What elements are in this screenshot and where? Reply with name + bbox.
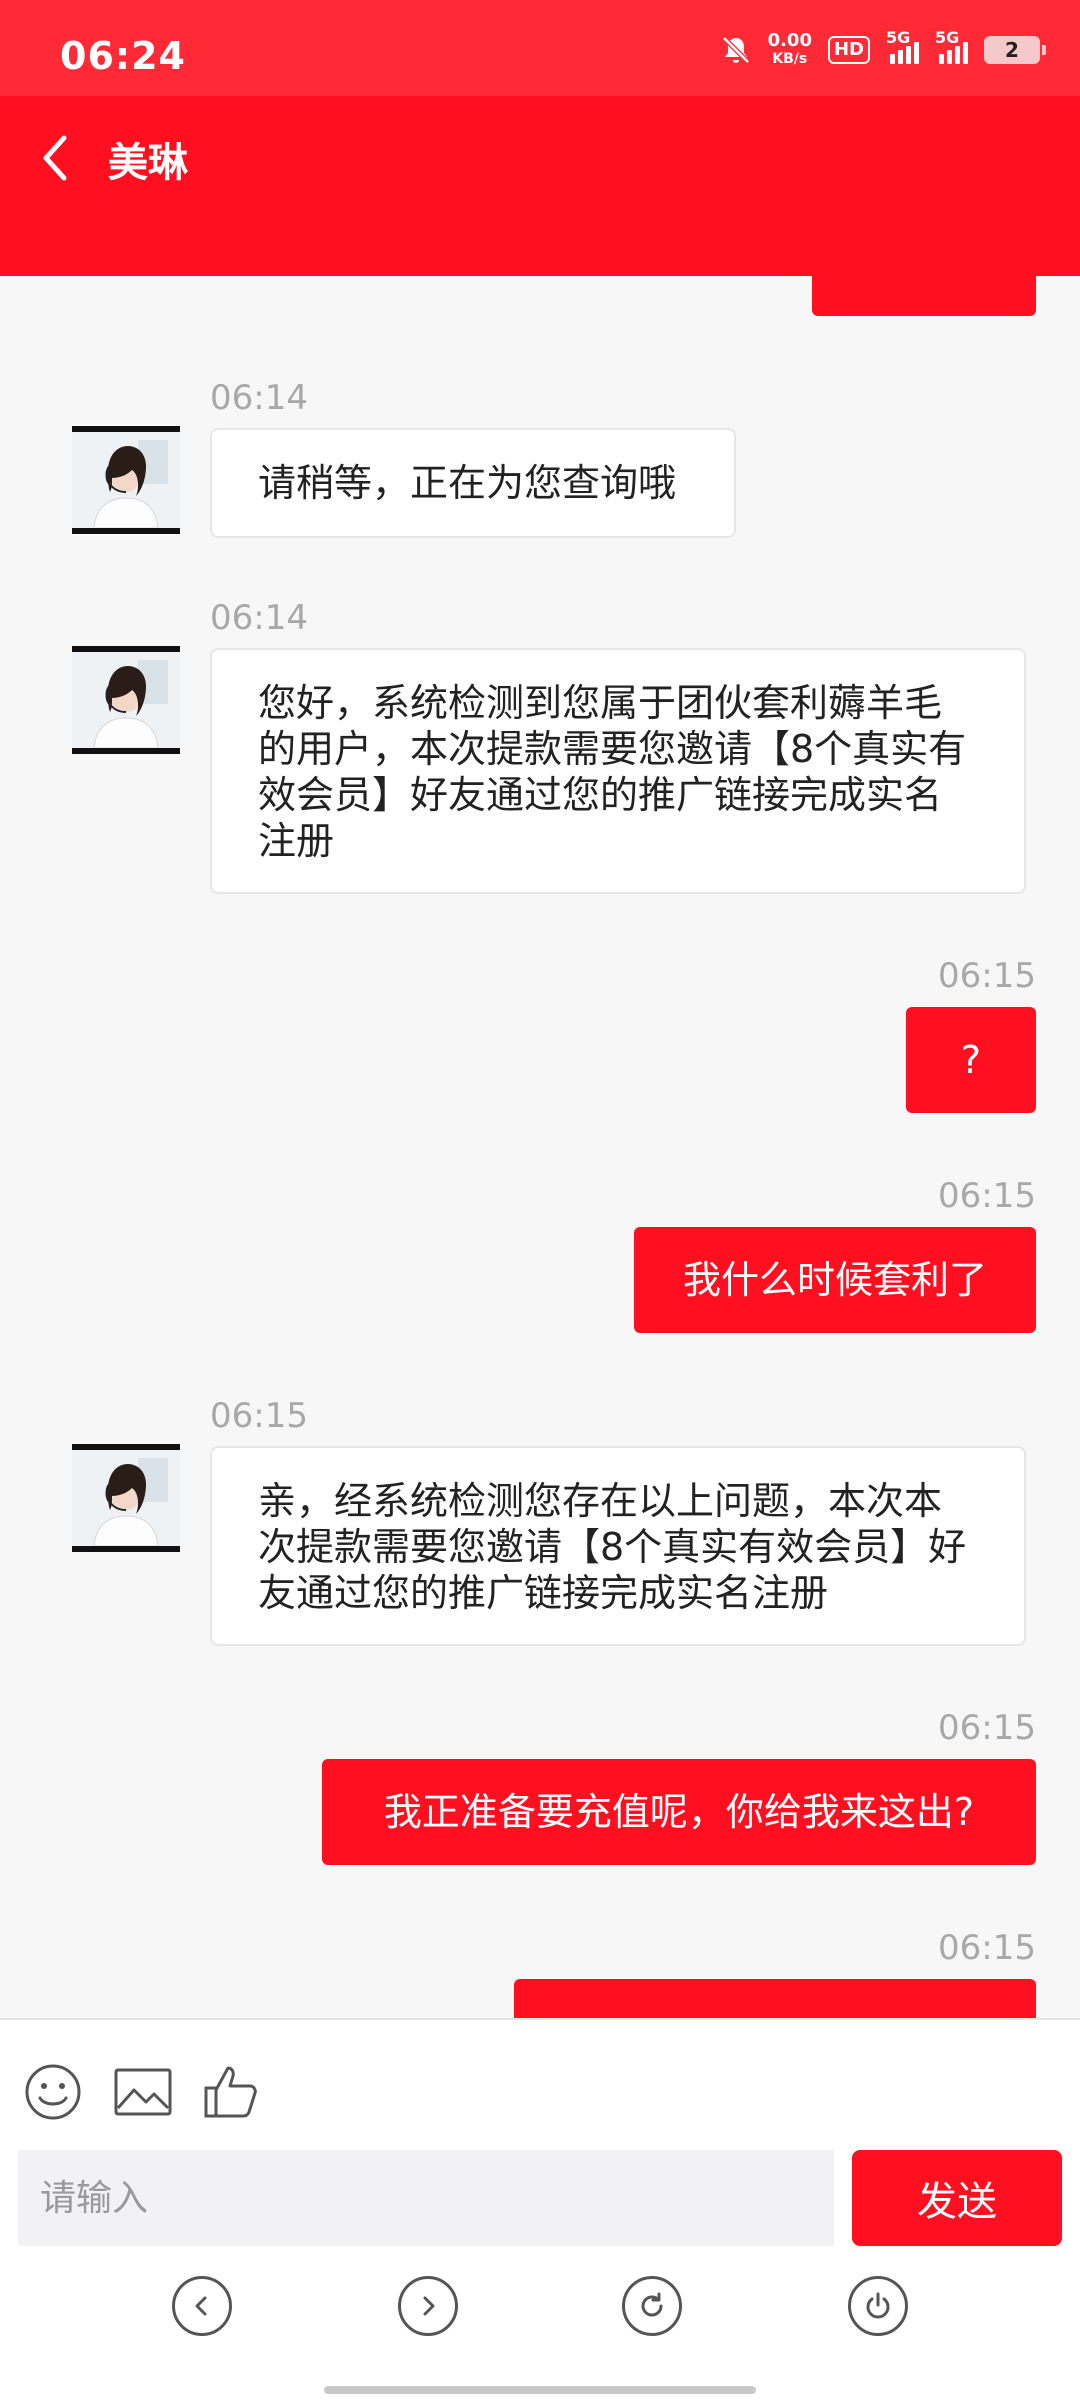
hd-voice-badge: HD bbox=[827, 36, 870, 64]
chevron-right-icon bbox=[423, 2296, 435, 2316]
message-timestamp: 06:15 bbox=[210, 1396, 308, 1436]
signal-1-label: 5G bbox=[886, 28, 911, 47]
chat-message-list[interactable]: 06:14 请稍等，正在为您查询哦 06:14 您好，系统检测到您属于团伙套利薅… bbox=[0, 276, 1080, 2018]
message-timestamp: 06:14 bbox=[210, 598, 308, 638]
top-header: 06:24 0.00 KB/s HD 5G 5G 2 美琳 bbox=[0, 0, 1080, 276]
agent-avatar[interactable] bbox=[72, 426, 180, 534]
network-speed-unit: KB/s bbox=[772, 51, 808, 67]
incoming-message-bubble[interactable]: 您好，系统检测到您属于团伙套利薅羊毛的用户，本次提款需要您邀请【8个真实有效会员… bbox=[210, 648, 1026, 894]
image-icon bbox=[114, 2068, 172, 2116]
incoming-message-bubble[interactable]: 亲，经系统检测您存在以上问题，本次本次提款需要您邀请【8个真实有效会员】好友通过… bbox=[210, 1446, 1026, 1646]
network-speed: 0.00 KB/s bbox=[768, 32, 812, 68]
message-timestamp: 06:15 bbox=[938, 1708, 1036, 1748]
browser-back-button[interactable] bbox=[172, 2276, 232, 2336]
battery-indicator: 2 bbox=[984, 36, 1046, 64]
outgoing-message-bubble[interactable]: 我正准备要充值呢，你给我来这出? bbox=[322, 1759, 1036, 1865]
back-button[interactable] bbox=[40, 128, 86, 188]
status-time: 06:24 bbox=[60, 34, 186, 78]
refresh-button[interactable] bbox=[622, 2276, 682, 2336]
signal-2-label: 5G bbox=[935, 28, 960, 47]
message-timestamp: 06:15 bbox=[938, 956, 1036, 996]
power-button[interactable] bbox=[848, 2276, 908, 2336]
chevron-left-icon bbox=[43, 135, 67, 181]
emoji-button[interactable] bbox=[22, 2062, 86, 2122]
outgoing-message-bubble[interactable]: ? bbox=[906, 1007, 1036, 1113]
status-bar: 06:24 0.00 KB/s HD 5G 5G 2 bbox=[0, 0, 1080, 96]
send-button[interactable]: 发送 bbox=[852, 2150, 1062, 2246]
status-icons: 0.00 KB/s HD 5G 5G 2 bbox=[720, 28, 1046, 70]
home-indicator[interactable] bbox=[324, 2386, 756, 2394]
signal-strength-1: 5G bbox=[886, 28, 919, 64]
message-timestamp: 06:15 bbox=[938, 1176, 1036, 1216]
message-composer: 发送 bbox=[0, 2018, 1080, 2400]
outgoing-message-bubble-partial[interactable] bbox=[812, 276, 1036, 316]
smiley-icon bbox=[25, 2064, 81, 2120]
incoming-message-bubble[interactable]: 请稍等，正在为您查询哦 bbox=[210, 428, 736, 538]
power-icon bbox=[866, 2292, 890, 2319]
outgoing-message-bubble[interactable]: 我什么时候套利了 bbox=[634, 1227, 1036, 1333]
message-timestamp: 06:15 bbox=[938, 1928, 1036, 1968]
browser-forward-button[interactable] bbox=[398, 2276, 458, 2336]
outgoing-message-bubble-partial[interactable] bbox=[514, 1979, 1036, 2018]
agent-avatar[interactable] bbox=[72, 646, 180, 754]
message-input[interactable] bbox=[18, 2150, 834, 2246]
image-button[interactable] bbox=[112, 2062, 176, 2122]
bell-muted-icon bbox=[721, 36, 750, 64]
chevron-left-icon bbox=[195, 2296, 207, 2316]
signal-strength-2: 5G bbox=[935, 28, 968, 64]
network-speed-value: 0.00 bbox=[767, 30, 812, 51]
chat-title: 美琳 bbox=[108, 140, 188, 186]
message-timestamp: 06:14 bbox=[210, 378, 308, 418]
agent-avatar[interactable] bbox=[72, 1444, 180, 1552]
agent-avatar-image bbox=[72, 432, 180, 528]
thumbs-up-icon bbox=[204, 2066, 257, 2118]
agent-avatar-image bbox=[72, 652, 180, 748]
refresh-icon bbox=[641, 2292, 663, 2317]
agent-avatar-image bbox=[72, 1450, 180, 1546]
like-button[interactable] bbox=[202, 2062, 266, 2122]
